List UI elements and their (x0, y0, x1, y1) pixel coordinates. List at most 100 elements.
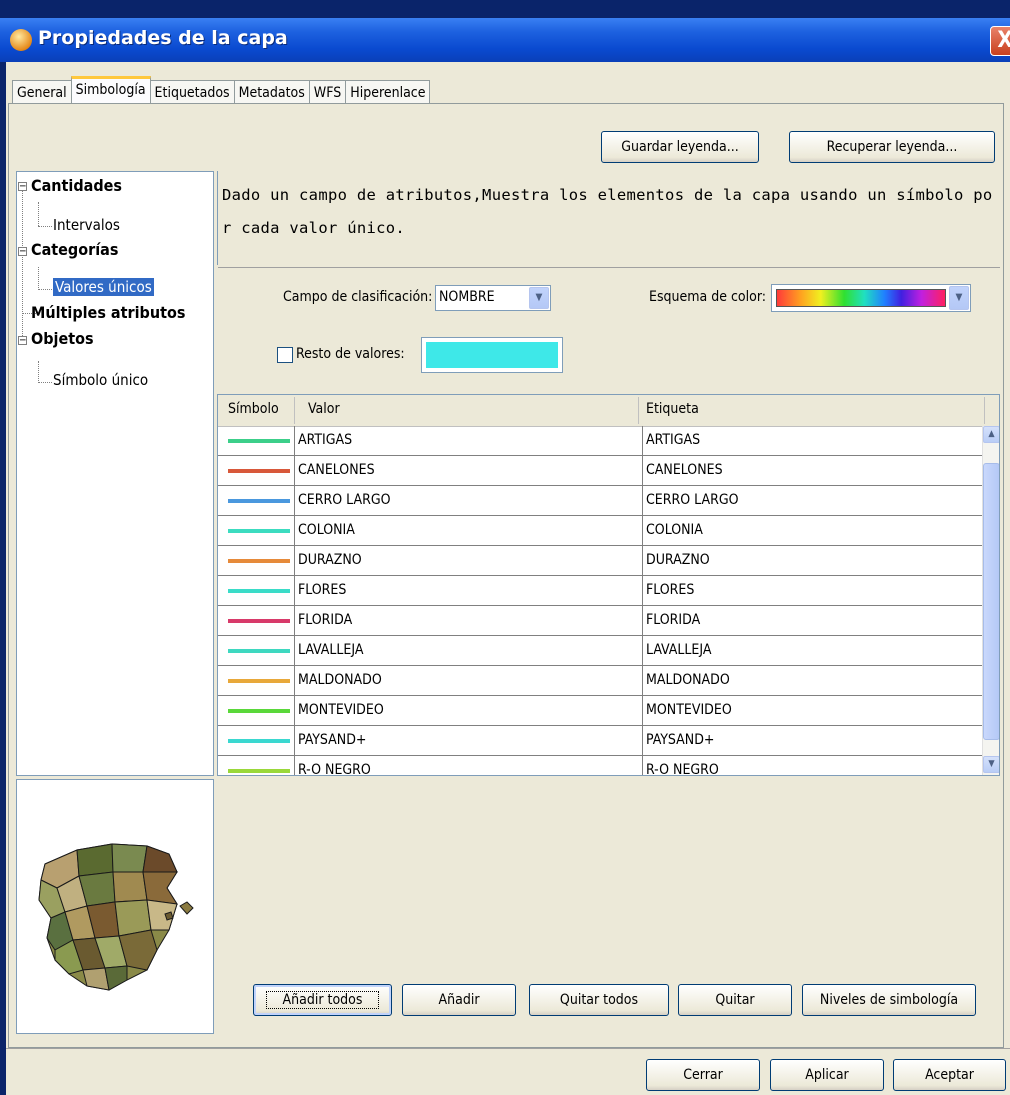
line-symbol-swatch[interactable] (228, 769, 290, 773)
collapse-cantidades-icon[interactable]: − (18, 182, 27, 192)
table-row[interactable]: R-O NEGRO R-O NEGRO (218, 756, 982, 775)
tree-item-cantidades[interactable]: Cantidades (31, 176, 122, 195)
line-symbol-swatch[interactable] (228, 499, 290, 503)
cell-separator (642, 546, 643, 576)
column-header-label[interactable]: Etiqueta (646, 401, 699, 417)
table-row[interactable]: CERRO LARGO CERRO LARGO (218, 486, 982, 516)
table-row[interactable]: DURAZNO DURAZNO (218, 546, 982, 576)
tab-etiquetados[interactable]: Etiquetados (149, 80, 235, 103)
line-symbol-swatch[interactable] (228, 709, 290, 713)
scroll-down-icon[interactable]: ▼ (983, 756, 999, 773)
field-value: NOMBRE (439, 289, 495, 305)
line-symbol-swatch[interactable] (228, 529, 290, 533)
line-symbol-swatch[interactable] (228, 589, 290, 593)
line-symbol-swatch[interactable] (228, 619, 290, 623)
cell-separator (642, 576, 643, 606)
label-cell[interactable]: CANELONES (646, 462, 723, 478)
label-cell[interactable]: FLORIDA (646, 612, 700, 628)
label-cell[interactable]: DURAZNO (646, 552, 710, 568)
dialog-window: Propiedades de la capa X General Simbolo… (0, 0, 1010, 1095)
add-button[interactable]: Añadir (402, 984, 516, 1016)
remove-button[interactable]: Quitar (678, 984, 792, 1016)
symbology-levels-button[interactable]: Niveles de simbología (802, 984, 976, 1016)
tab-wfs[interactable]: WFS (308, 80, 347, 103)
chevron-down-icon[interactable]: ▼ (949, 286, 969, 310)
cell-separator (294, 696, 295, 726)
scrollbar-thumb[interactable] (983, 463, 999, 740)
table-row[interactable]: LAVALLEJA LAVALLEJA (218, 636, 982, 666)
tree-item-categorias[interactable]: Categorías (31, 240, 118, 259)
table-row[interactable]: COLONIA COLONIA (218, 516, 982, 546)
value-cell: CANELONES (298, 462, 375, 478)
remove-all-button[interactable]: Quitar todos (529, 984, 669, 1016)
tree-item-intervalos[interactable]: Intervalos (53, 216, 120, 234)
label-cell[interactable]: ARTIGAS (646, 432, 700, 448)
line-symbol-swatch[interactable] (228, 559, 290, 563)
tab-hiperenlace[interactable]: Hiperenlace (345, 80, 431, 103)
rest-color-swatch (426, 342, 558, 368)
description-panel: Dado un campo de atributos,Muestra los e… (217, 171, 1001, 265)
vertical-scrollbar[interactable]: ▲ ▼ (982, 426, 999, 775)
scroll-up-icon[interactable]: ▲ (983, 426, 999, 443)
line-symbol-swatch[interactable] (228, 439, 290, 443)
value-cell: FLORES (298, 582, 347, 598)
cell-separator (642, 456, 643, 486)
tree-item-objetos[interactable]: Objetos (31, 329, 94, 348)
tree-item-simbolo-unico[interactable]: Símbolo único (53, 371, 148, 389)
chevron-down-icon[interactable]: ▼ (529, 287, 549, 309)
tree-item-valores-unicos[interactable]: Valores únicos (53, 278, 154, 296)
line-symbol-swatch[interactable] (228, 469, 290, 473)
table-row[interactable]: ARTIGAS ARTIGAS (218, 426, 982, 456)
close-dialog-button[interactable]: Cerrar (646, 1059, 760, 1091)
line-symbol-swatch[interactable] (228, 679, 290, 683)
cell-separator (642, 486, 643, 516)
tree-line (38, 382, 52, 383)
color-scheme-combo[interactable]: ▼ (771, 284, 971, 312)
values-table: Símbolo Valor Etiqueta ARTIGAS ARTIGAS CAN… (217, 394, 1000, 776)
table-row[interactable]: FLORIDA FLORIDA (218, 606, 982, 636)
close-button[interactable]: X (990, 26, 1010, 56)
label-cell[interactable]: COLONIA (646, 522, 703, 538)
collapse-objetos-icon[interactable]: − (18, 336, 27, 346)
table-row[interactable]: MALDONADO MALDONADO (218, 666, 982, 696)
value-cell: MALDONADO (298, 672, 382, 688)
label-cell[interactable]: PAYSAND+ (646, 732, 714, 748)
accept-button[interactable]: Aceptar (893, 1059, 1006, 1091)
apply-button[interactable]: Aplicar (770, 1059, 884, 1091)
table-row[interactable]: CANELONES CANELONES (218, 456, 982, 486)
tree-item-multiples-atributos[interactable]: Múltiples atributos (31, 303, 185, 322)
legend-type-tree: − Cantidades Intervalos − Categorías Val… (16, 171, 214, 776)
column-header-symbol[interactable]: Símbolo (228, 401, 279, 417)
title-bar[interactable]: Propiedades de la capa X (0, 18, 1010, 62)
tab-simbologia[interactable]: Simbología (70, 76, 151, 103)
label-cell[interactable]: R-O NEGRO (646, 762, 719, 775)
label-cell[interactable]: CERRO LARGO (646, 492, 739, 508)
line-symbol-swatch[interactable] (228, 649, 290, 653)
save-legend-button[interactable]: Guardar leyenda... (601, 131, 759, 163)
tab-metadatos[interactable]: Metadatos (233, 80, 310, 103)
add-all-button[interactable]: Añadir todos (253, 984, 392, 1016)
separator (218, 267, 1000, 268)
value-cell: CERRO LARGO (298, 492, 391, 508)
rest-color-button[interactable] (421, 337, 563, 373)
label-cell[interactable]: LAVALLEJA (646, 642, 711, 658)
line-symbol-swatch[interactable] (228, 739, 290, 743)
table-row[interactable]: FLORES FLORES (218, 576, 982, 606)
cell-separator (294, 606, 295, 636)
table-row[interactable]: MONTEVIDEO MONTEVIDEO (218, 696, 982, 726)
column-separator (984, 397, 985, 424)
app-icon (10, 29, 32, 51)
field-combo[interactable]: NOMBRE ▼ (435, 285, 551, 311)
rest-values-checkbox[interactable] (277, 347, 293, 363)
cell-separator (642, 516, 643, 546)
label-cell[interactable]: MALDONADO (646, 672, 730, 688)
add-all-label: Añadir todos (265, 991, 380, 1009)
label-cell[interactable]: FLORES (646, 582, 694, 598)
label-cell[interactable]: MONTEVIDEO (646, 702, 732, 718)
load-legend-button[interactable]: Recuperar leyenda... (789, 131, 995, 163)
table-row[interactable]: PAYSAND+ PAYSAND+ (218, 726, 982, 756)
tab-general[interactable]: General (12, 80, 72, 103)
column-header-value[interactable]: Valor (308, 401, 340, 417)
cell-separator (294, 516, 295, 546)
collapse-categorias-icon[interactable]: − (18, 247, 27, 257)
